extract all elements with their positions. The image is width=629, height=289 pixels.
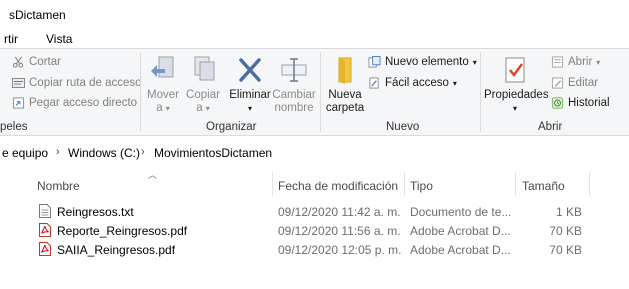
rename-label: Cambiar xyxy=(272,89,316,101)
copy-path-button[interactable]: Copiar ruta de acceso xyxy=(12,77,142,89)
new-item-button[interactable]: Nuevo elemento ▾ xyxy=(368,56,477,68)
file-size: 70 KB xyxy=(549,224,582,238)
new-folder-label: Nueva xyxy=(328,89,362,101)
file-type: Documento de te... xyxy=(410,205,512,219)
file-name[interactable]: SAIIA_Reingresos.pdf xyxy=(57,243,175,257)
clipboard-group-label: peles xyxy=(0,121,28,133)
open-group-label: Abrir xyxy=(538,121,563,133)
file-name[interactable]: Reporte_Reingresos.pdf xyxy=(57,224,187,238)
easy-access-button[interactable]: Fácil acceso ▾ xyxy=(368,77,457,89)
scissors-icon xyxy=(12,56,24,68)
chevron-down-icon: ▾ xyxy=(165,104,170,113)
rename-label-2: nombre xyxy=(274,102,314,114)
chevron-down-icon: ▾ xyxy=(247,104,252,113)
column-header-type[interactable]: Tipo xyxy=(410,179,433,193)
new-item-icon xyxy=(368,56,381,68)
properties-icon xyxy=(505,57,525,83)
new-folder-label-2: carpeta xyxy=(325,102,365,114)
file-name[interactable]: Reingresos.txt xyxy=(57,205,134,219)
organize-group-label: Organizar xyxy=(206,121,257,133)
new-group-label: Nuevo xyxy=(386,121,420,133)
column-divider[interactable] xyxy=(589,172,590,196)
history-icon xyxy=(551,97,564,109)
file-size: 70 KB xyxy=(549,243,582,257)
properties-button[interactable]: Propiedades ▾ xyxy=(484,55,549,115)
breadcrumb-folder[interactable]: MovimientosDictamen xyxy=(154,146,272,160)
move-to-label-2: a xyxy=(156,102,163,114)
copy-path-icon xyxy=(12,78,25,88)
copy-to-label: Copiar xyxy=(186,89,220,101)
easy-access-icon xyxy=(369,77,379,89)
delete-label: Eliminar xyxy=(229,89,271,101)
copy-to-button[interactable]: Copiar a ▾ xyxy=(184,55,222,115)
open-button[interactable]: Abrir ▾ xyxy=(551,56,600,68)
ribbon-separator xyxy=(140,52,141,132)
edit-icon xyxy=(551,77,564,89)
chevron-down-icon: ▾ xyxy=(512,104,517,113)
cut-label: Cortar xyxy=(29,56,61,68)
rename-button[interactable]: Cambiar nombre xyxy=(272,55,316,115)
chevron-down-icon: ▾ xyxy=(472,57,477,67)
copy-to-label-2: a xyxy=(196,102,203,114)
paste-shortcut-button[interactable]: Pegar acceso directo xyxy=(12,97,137,109)
breadcrumb-chevron-icon: › xyxy=(56,146,60,158)
tab-vista[interactable]: Vista xyxy=(46,32,72,46)
sort-ascending-icon: ︿ xyxy=(148,170,158,180)
ribbon-separator xyxy=(480,52,481,132)
paste-shortcut-icon xyxy=(12,97,25,109)
edit-button[interactable]: Editar xyxy=(551,77,598,89)
new-item-label: Nuevo elemento xyxy=(385,56,469,68)
file-modified: 09/12/2020 11:42 a. m. xyxy=(278,205,401,219)
history-button[interactable]: Historial xyxy=(551,97,610,109)
move-to-label: Mover xyxy=(147,89,179,101)
chevron-down-icon: ▾ xyxy=(205,104,210,113)
edit-label: Editar xyxy=(568,77,599,89)
open-label: Abrir xyxy=(568,56,593,68)
copy-to-icon xyxy=(194,56,215,81)
chevron-down-icon: ▾ xyxy=(596,57,601,67)
delete-button[interactable]: Eliminar ▾ xyxy=(228,55,272,115)
move-to-icon xyxy=(151,56,174,78)
window-title: sDictamen xyxy=(9,8,66,22)
file-modified: 09/12/2020 11:56 a. m. xyxy=(278,224,401,238)
file-size: 1 KB xyxy=(555,205,582,219)
column-divider[interactable] xyxy=(272,172,273,196)
move-to-button[interactable]: Mover a ▾ xyxy=(144,55,182,115)
column-divider[interactable] xyxy=(404,172,405,196)
file-type: Adobe Acrobat D... xyxy=(410,224,511,238)
file-modified: 09/12/2020 12:05 p. m. xyxy=(278,243,402,257)
column-header-modified[interactable]: Fecha de modificación xyxy=(278,179,398,193)
breadcrumb-chevron-icon: › xyxy=(141,146,145,158)
breadcrumb-drive[interactable]: Windows (C:) xyxy=(68,146,140,160)
folder-icon xyxy=(338,57,352,84)
tab-compartir[interactable]: rtir xyxy=(4,32,18,46)
copy-path-label: Copiar ruta de acceso xyxy=(29,77,142,89)
rename-icon xyxy=(281,58,307,82)
pdf-file-icon xyxy=(39,223,51,237)
pdf-file-icon xyxy=(39,242,51,256)
column-header-size[interactable]: Tamaño xyxy=(522,179,565,193)
paste-shortcut-label: Pegar acceso directo xyxy=(29,97,138,109)
column-divider[interactable] xyxy=(515,172,516,196)
cut-button[interactable]: Cortar xyxy=(12,56,61,68)
easy-access-label: Fácil acceso xyxy=(385,77,449,89)
new-folder-button[interactable]: Nueva carpeta xyxy=(324,55,366,115)
column-header-name[interactable]: Nombre xyxy=(37,179,80,193)
breadcrumb-this-pc[interactable]: e equipo xyxy=(2,146,48,160)
history-label: Historial xyxy=(568,97,610,109)
open-icon xyxy=(551,56,564,68)
ribbon-separator xyxy=(320,52,321,132)
delete-x-icon xyxy=(239,58,261,82)
text-file-icon xyxy=(39,204,51,218)
properties-label: Propiedades xyxy=(484,89,549,101)
file-type: Adobe Acrobat D... xyxy=(410,243,511,257)
chevron-down-icon: ▾ xyxy=(452,78,457,88)
